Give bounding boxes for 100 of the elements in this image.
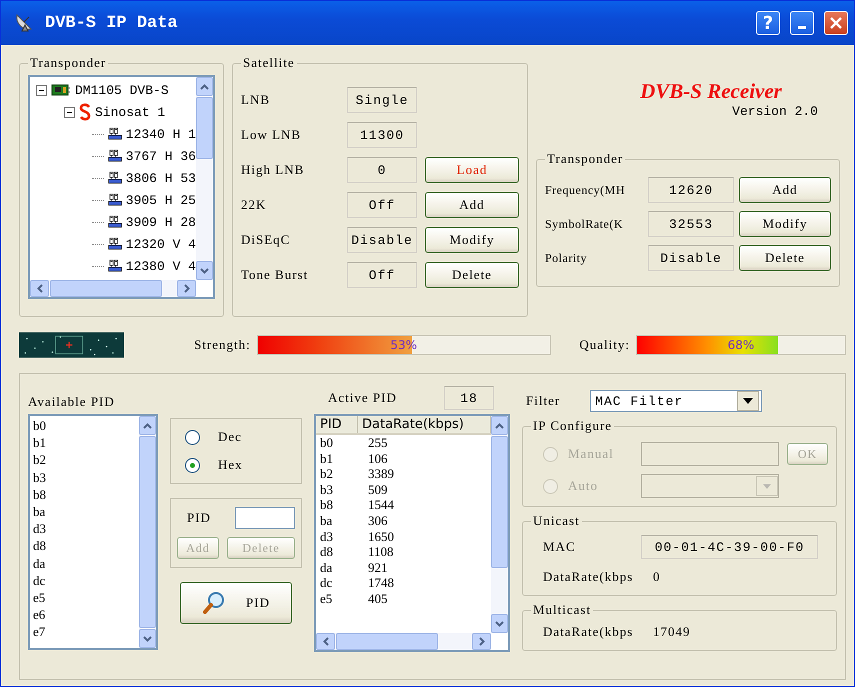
ip-address-field[interactable] [641, 442, 779, 466]
scroll-down-icon[interactable] [139, 629, 156, 648]
close-icon [830, 17, 842, 29]
scroll-up-icon[interactable] [139, 416, 156, 435]
tree-item[interactable]: 3767 H 36 [126, 148, 196, 164]
table-cell-text: 306 [368, 512, 388, 529]
data-rate-value: 17049 [652, 624, 692, 640]
tree-item[interactable]: 12320 V 4 [126, 236, 196, 252]
filter-dropdown[interactable]: MAC Filter [590, 390, 762, 412]
scroll-up-icon[interactable] [491, 416, 508, 435]
horizontal-scrollbar[interactable] [316, 633, 491, 650]
scroll-thumb[interactable] [139, 436, 156, 628]
list-item[interactable]: b2 [33, 451, 136, 469]
action-button[interactable]: Add [425, 192, 519, 218]
field-label: Polarity [545, 250, 588, 266]
list-item[interactable]: b8 [33, 486, 136, 504]
active-pid-table[interactable]: PID DataRate(kbps) b0 255 b1 106 b2 3389 b3 509 b8 1544 ba 306 d3 1650 d8 1108 da 921 dc 1748 e5 405 [314, 414, 510, 652]
table-cell-text: 1544 [368, 497, 395, 513]
field-label: DiSEqC [241, 232, 292, 248]
tree-item[interactable]: DM1105 DVB-S [75, 82, 169, 98]
table-cell-text: da [320, 560, 334, 576]
close-button[interactable] [824, 11, 848, 35]
dropdown-arrow-icon[interactable] [743, 398, 754, 404]
tree-item[interactable]: 12340 H 1 [126, 126, 196, 142]
window-title: DVB-S IP Data [45, 14, 179, 32]
table-cell-text: 3389 [368, 466, 395, 482]
field-label: LNB [241, 92, 271, 108]
scroll-right-icon[interactable] [472, 633, 491, 650]
field-label: MAC [543, 539, 577, 555]
tree-item[interactable]: 12380 V 4 [126, 258, 196, 274]
list-item[interactable]: e5 [33, 589, 136, 606]
horizontal-scrollbar[interactable] [30, 280, 196, 297]
meter-label: Strength: [194, 337, 251, 353]
list-item[interactable]: d8 [33, 537, 136, 555]
scroll-left-icon[interactable] [30, 280, 49, 297]
field-label: High LNB [241, 162, 306, 178]
transponder-tree[interactable]: DM1105 DVB-S Sinosat 1 12340 H 1 3767 H 36 3806 H 53 3905 H 25 3909 H 28 12320 V 4 12380 V 4 [28, 75, 215, 299]
group-title: Satellite [242, 55, 296, 71]
radio-button[interactable]: Dec [185, 429, 287, 445]
available-pid-list[interactable]: b0 b1 b2 b3 b8 ba d3 d8 da dc e5 e6 e7 [28, 414, 158, 650]
value-field: 11300 [347, 122, 417, 148]
value-field: 32553 [648, 211, 734, 237]
vertical-scrollbar[interactable] [491, 416, 508, 633]
pid-count: 18 [444, 386, 494, 410]
scroll-thumb[interactable] [50, 280, 162, 297]
list-item[interactable]: dc [33, 572, 136, 590]
scroll-left-icon[interactable] [316, 633, 335, 650]
list-item[interactable]: b1 [33, 434, 136, 452]
tree-item[interactable]: Sinosat 1 [95, 104, 166, 120]
scroll-thumb[interactable] [491, 436, 508, 568]
minimize-button[interactable] [790, 11, 814, 35]
value-field: Off [347, 262, 417, 288]
list-item[interactable]: d3 [33, 520, 136, 538]
value-field: Single [347, 87, 417, 113]
list-item[interactable]: da [33, 554, 136, 572]
collapse-icon[interactable] [64, 106, 75, 118]
list-item[interactable]: ba [33, 503, 136, 520]
table-cell-text: e5 [320, 590, 334, 607]
scroll-thumb[interactable] [336, 633, 438, 650]
action-button[interactable]: Load [425, 157, 519, 183]
table-cell-text: d3 [320, 528, 334, 544]
pid-input-field[interactable] [235, 507, 295, 529]
list-item[interactable]: e7 [33, 623, 136, 641]
meter-label: Quality: [579, 337, 630, 353]
list-title: Available PID [28, 394, 116, 410]
collapse-icon[interactable] [36, 84, 47, 96]
pid-search-button[interactable]: PID [180, 582, 292, 624]
tree-item[interactable]: 3909 H 28 [126, 214, 196, 230]
scroll-right-icon[interactable] [177, 280, 196, 297]
table-cell-text: 1650 [368, 528, 395, 544]
meter-reading: 68% [726, 337, 756, 354]
field-label: PID [186, 510, 212, 526]
table-cell-text: b8 [320, 497, 334, 513]
radio-button[interactable]: Hex [185, 457, 287, 473]
action-button[interactable]: Add [739, 177, 831, 203]
vertical-scrollbar[interactable] [196, 77, 213, 280]
table-cell-text: ba [320, 512, 334, 529]
action-button[interactable]: Modify [739, 211, 831, 237]
scroll-up-icon[interactable] [196, 77, 213, 96]
vertical-scrollbar[interactable] [139, 416, 156, 648]
column-header[interactable]: PID [316, 416, 358, 433]
scroll-thumb[interactable] [196, 97, 213, 159]
list-item[interactable]: b3 [33, 468, 136, 486]
table-cell-text: 106 [368, 450, 388, 466]
table-cell-text: 1108 [368, 544, 395, 560]
action-button[interactable]: Delete [739, 245, 831, 271]
value-field: 0 [347, 157, 417, 183]
action-button[interactable]: Modify [425, 227, 519, 253]
list-item[interactable]: b0 [33, 417, 136, 434]
version-label: Version 2.0 [732, 104, 818, 119]
help-button[interactable]: ? [756, 11, 780, 35]
list-item[interactable]: e6 [33, 606, 136, 624]
scroll-down-icon[interactable] [491, 614, 508, 633]
tree-item[interactable]: 3806 H 53 [126, 170, 196, 186]
scroll-down-icon[interactable] [196, 261, 213, 280]
action-button[interactable]: Delete [425, 262, 519, 288]
tree-item[interactable]: 3905 H 25 [126, 192, 196, 208]
group-title: Transponder [546, 151, 624, 167]
satellite-icon [79, 103, 91, 121]
table-cell-text: d8 [320, 544, 334, 560]
